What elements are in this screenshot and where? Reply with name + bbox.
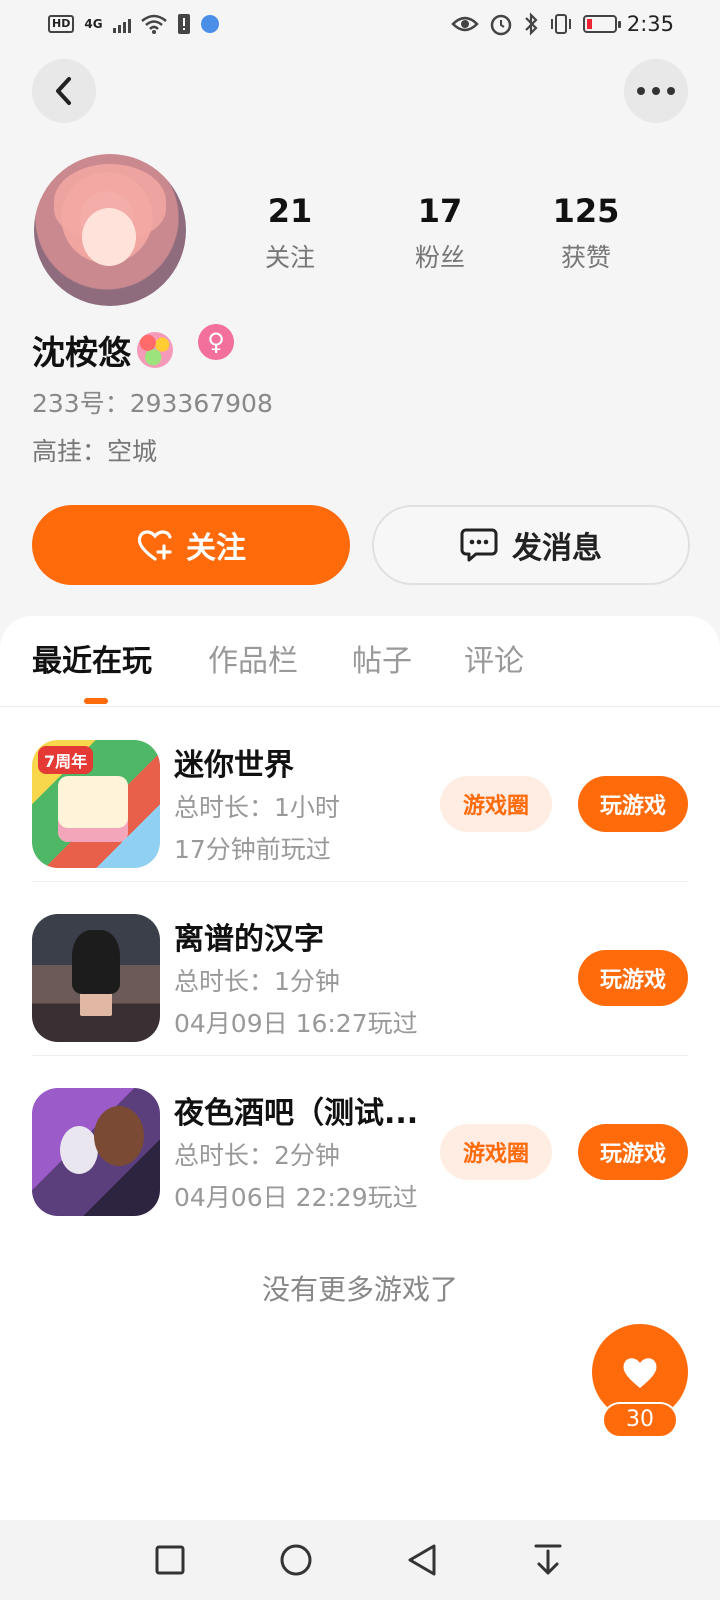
alarm-icon bbox=[490, 14, 512, 36]
wifi-icon bbox=[140, 14, 167, 34]
game-circle-button[interactable]: 游戏圈 bbox=[440, 776, 552, 832]
game-last-played: 04月06日 22:29玩过 bbox=[174, 1183, 418, 1212]
following-label: 关注 bbox=[264, 243, 315, 272]
game-circle-button[interactable]: 游戏圈 bbox=[440, 1124, 552, 1180]
message-button[interactable]: 发消息 bbox=[372, 505, 690, 585]
eye-icon bbox=[451, 16, 479, 32]
back-button[interactable] bbox=[32, 59, 96, 123]
followers-label: 粉丝 bbox=[414, 243, 465, 272]
stat-followers[interactable]: 17 粉丝 bbox=[380, 192, 500, 274]
square-icon bbox=[155, 1545, 185, 1575]
stat-likes[interactable]: 125 获赞 bbox=[526, 192, 646, 274]
alert-icon bbox=[177, 14, 190, 34]
heart-plus-icon bbox=[137, 530, 172, 561]
tab-comments[interactable]: 评论 bbox=[464, 644, 524, 680]
tab-indicator bbox=[84, 698, 108, 704]
game-duration: 总时长：1分钟 bbox=[174, 967, 340, 996]
game-icon-hanzi[interactable] bbox=[32, 914, 160, 1042]
hd-icon: HD bbox=[48, 15, 75, 33]
anniversary-badge: 7周年 bbox=[38, 746, 94, 774]
game-title: 离谱的汉字 bbox=[174, 922, 324, 957]
play-game-button[interactable]: 玩游戏 bbox=[578, 776, 688, 832]
heart-icon bbox=[623, 1358, 657, 1388]
follow-button[interactable]: 关注 bbox=[32, 505, 350, 585]
followers-count: 17 bbox=[417, 192, 463, 230]
following-count: 21 bbox=[267, 192, 313, 230]
game-last-played: 04月09日 16:27玩过 bbox=[174, 1009, 418, 1038]
avatar[interactable] bbox=[34, 154, 186, 306]
game-icon-night-bar[interactable] bbox=[32, 1088, 160, 1216]
game-row[interactable]: 7周年 迷你世界 总时长：1小时 17分钟前玩过 游戏圈 玩游戏 bbox=[32, 706, 688, 882]
username-text: 沈桉悠 bbox=[32, 333, 131, 372]
battery-icon bbox=[582, 15, 621, 33]
female-icon: ♀ bbox=[198, 324, 234, 360]
more-button[interactable] bbox=[624, 59, 688, 123]
home-button[interactable] bbox=[276, 1540, 316, 1580]
signal-icon bbox=[112, 15, 131, 33]
pull-down-icon bbox=[534, 1544, 562, 1575]
bouquet-icon bbox=[137, 332, 173, 368]
likes-count: 125 bbox=[552, 192, 620, 230]
chat-icon bbox=[460, 528, 498, 562]
user-id: 233号：293367908 bbox=[32, 389, 273, 418]
username: 沈桉悠 bbox=[32, 326, 173, 374]
recents-button[interactable] bbox=[150, 1540, 190, 1580]
status-time: 2:35 bbox=[626, 12, 674, 36]
more-horizontal-icon bbox=[637, 87, 675, 95]
triangle-back-icon bbox=[408, 1544, 436, 1576]
game-icon-mini-world[interactable]: 7周年 bbox=[32, 740, 160, 868]
game-row[interactable]: 离谱的汉字 总时长：1分钟 04月09日 16:27玩过 玩游戏 bbox=[32, 880, 688, 1056]
network-type: 4G bbox=[84, 17, 103, 31]
status-left: HD 4G bbox=[48, 13, 219, 35]
status-right: 2:35 bbox=[451, 12, 674, 36]
game-duration: 总时长：1小时 bbox=[174, 793, 340, 822]
play-game-button[interactable]: 玩游戏 bbox=[578, 1124, 688, 1180]
bluetooth-icon bbox=[525, 12, 538, 36]
back-nav-button[interactable] bbox=[402, 1540, 442, 1580]
circle-icon bbox=[280, 1544, 312, 1576]
no-more-games: 没有更多游戏了 bbox=[261, 1273, 458, 1306]
globe-icon bbox=[200, 15, 219, 33]
tab-bar: 最近在玩 作品栏 帖子 评论 bbox=[0, 616, 720, 707]
system-nav-bar bbox=[0, 1520, 720, 1600]
notification-pull-button[interactable] bbox=[528, 1540, 568, 1580]
likes-label: 获赞 bbox=[560, 243, 611, 272]
game-row[interactable]: 夜色酒吧（测试... 总时长：2分钟 04月06日 22:29玩过 游戏圈 玩游… bbox=[32, 1054, 688, 1230]
chevron-left-icon bbox=[56, 77, 71, 105]
tab-recent[interactable]: 最近在玩 bbox=[32, 644, 152, 680]
message-label: 发消息 bbox=[512, 531, 602, 566]
like-count: 30 bbox=[602, 1402, 678, 1438]
follow-label: 关注 bbox=[186, 531, 246, 566]
user-level: 高挂：空城 bbox=[32, 437, 158, 466]
vibrate-icon bbox=[550, 14, 571, 34]
game-duration: 总时长：2分钟 bbox=[174, 1141, 340, 1170]
play-game-button[interactable]: 玩游戏 bbox=[578, 950, 688, 1006]
tab-posts[interactable]: 帖子 bbox=[352, 644, 412, 680]
tab-works[interactable]: 作品栏 bbox=[208, 644, 298, 680]
game-title: 夜色酒吧（测试... bbox=[174, 1096, 419, 1131]
status-bar: HD 4G 2:35 bbox=[0, 0, 720, 48]
stat-following[interactable]: 21 关注 bbox=[230, 192, 350, 274]
game-last-played: 17分钟前玩过 bbox=[174, 835, 331, 864]
game-title: 迷你世界 bbox=[174, 748, 294, 783]
